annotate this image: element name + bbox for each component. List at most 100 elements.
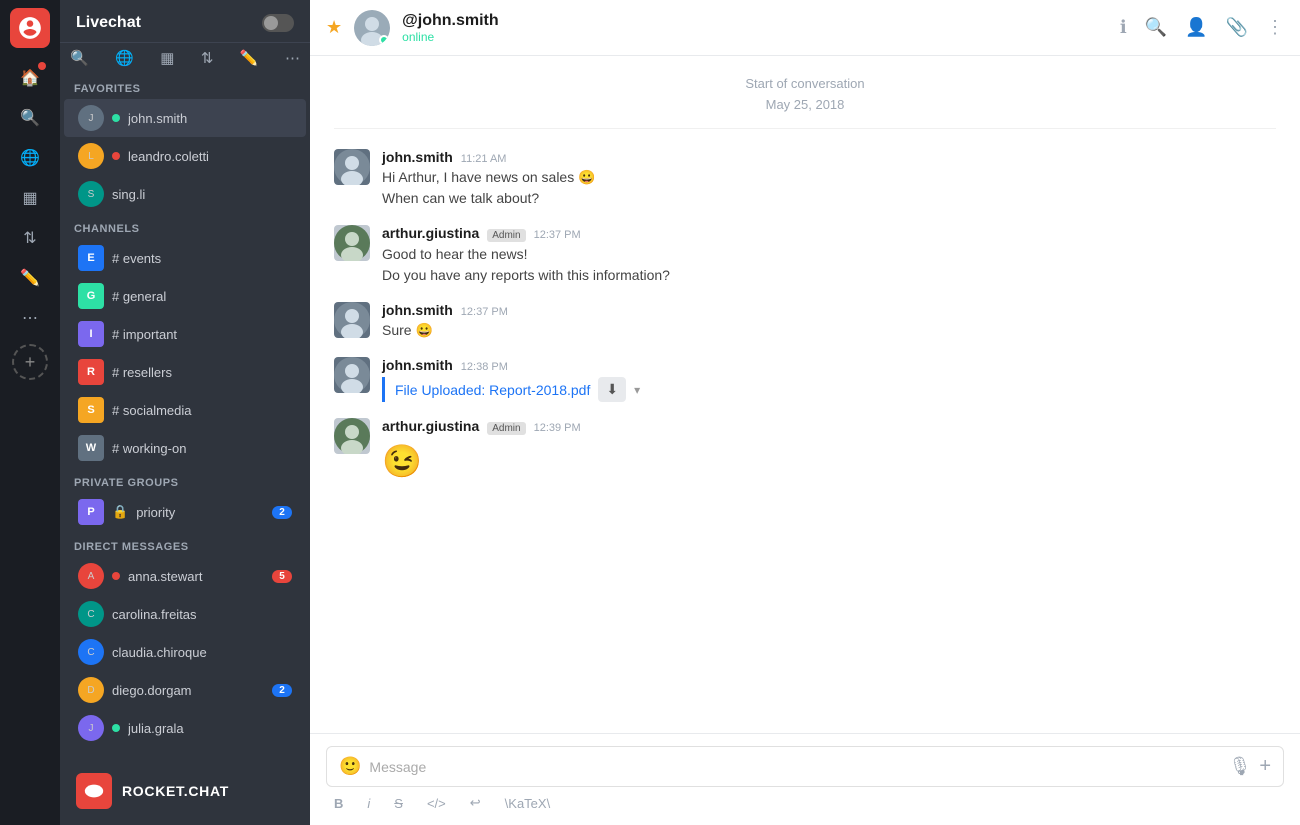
- sidebar-item-anna-stewart[interactable]: A anna.stewart 5: [64, 557, 306, 595]
- info-icon[interactable]: ℹ: [1120, 17, 1127, 38]
- format-katex-button[interactable]: \KaTeX\: [501, 794, 555, 813]
- msg-content-1: john.smith 11:21 AM Hi Arthur, I have ne…: [382, 149, 1276, 209]
- format-italic-button[interactable]: i: [363, 794, 374, 813]
- sidebar-search-icon[interactable]: 🔍: [70, 49, 89, 67]
- item-label-claudia-chiroque: claudia.chiroque: [112, 645, 292, 660]
- sidebar-more-icon[interactable]: ⋯: [285, 49, 300, 67]
- status-leandro-coletti: [112, 152, 120, 160]
- sidebar-title: Livechat: [76, 14, 141, 32]
- format-bold-button[interactable]: B: [330, 794, 347, 813]
- sidebar-item-events[interactable]: E # events: [64, 239, 306, 277]
- sidebar-item-sing-li[interactable]: S sing.li: [64, 175, 306, 213]
- file-download-button[interactable]: ⬇: [598, 377, 626, 402]
- format-multiline-button[interactable]: ↩: [466, 793, 485, 813]
- more-icon[interactable]: ⋯: [12, 300, 48, 336]
- sidebar-item-important[interactable]: I # important: [64, 315, 306, 353]
- sidebar-item-leandro-coletti[interactable]: L leandro.coletti: [64, 137, 306, 175]
- sidebar-item-resellers[interactable]: R # resellers: [64, 353, 306, 391]
- favorites-label: Favorites: [60, 73, 310, 99]
- message-input[interactable]: [369, 759, 1220, 775]
- status-julia-grala: [112, 724, 120, 732]
- item-label-diego-dorgam: diego.dorgam: [112, 683, 264, 698]
- item-label-julia-grala: julia.grala: [128, 721, 292, 736]
- sidebar-write-icon[interactable]: ✏️: [240, 49, 259, 67]
- msg-text-5: 😉: [382, 437, 1276, 485]
- avatar-anna-stewart: A: [78, 563, 104, 589]
- members-icon[interactable]: 👤: [1185, 17, 1207, 38]
- sidebar-header-icons: [262, 14, 294, 32]
- sidebar-item-working-on[interactable]: W # working-on: [64, 429, 306, 467]
- add-attachment-button[interactable]: +: [1259, 755, 1271, 778]
- sidebar-sort-icon[interactable]: ⇅: [201, 49, 214, 67]
- header-online-dot: [379, 35, 389, 45]
- format-code-button[interactable]: </>: [423, 794, 450, 813]
- sidebar-item-julia-grala[interactable]: J julia.grala: [64, 709, 306, 747]
- sidebar-item-general[interactable]: G # general: [64, 277, 306, 315]
- avatar-important: I: [78, 321, 104, 347]
- badge-priority: 2: [272, 506, 292, 519]
- msg-username-3: john.smith: [382, 302, 453, 318]
- msg-text-3: Sure 😀: [382, 320, 1276, 341]
- avatar-resellers: R: [78, 359, 104, 385]
- header-search-icon[interactable]: 🔍: [1145, 17, 1167, 38]
- msg-time-3: 12:37 PM: [461, 306, 508, 318]
- avatar-diego-dorgam: D: [78, 677, 104, 703]
- sidebar-item-john-smith[interactable]: J john.smith: [64, 99, 306, 137]
- sidebar-item-diego-dorgam[interactable]: D diego.dorgam 2: [64, 671, 306, 709]
- item-label-sing-li: sing.li: [112, 187, 292, 202]
- file-chevron-icon[interactable]: ▾: [634, 383, 640, 397]
- item-label-anna-stewart: anna.stewart: [128, 569, 264, 584]
- footer-brand-text: ROCKET.CHAT: [122, 783, 229, 799]
- sidebar-item-claudia-chiroque[interactable]: C claudia.chiroque: [64, 633, 306, 671]
- msg-header-5: arthur.giustina Admin 12:39 PM: [382, 418, 1276, 435]
- item-label-socialmedia: # socialmedia: [112, 403, 292, 418]
- sidebar-item-priority[interactable]: P 🔒 priority 2: [64, 493, 306, 531]
- msg-content-5: arthur.giustina Admin 12:39 PM 😉: [382, 418, 1276, 485]
- sidebar-footer: ROCKET.CHAT: [60, 757, 310, 825]
- status-john-smith: [112, 114, 120, 122]
- msg-header-3: john.smith 12:37 PM: [382, 302, 1276, 318]
- private-groups-label: Private Groups: [60, 467, 310, 493]
- star-button[interactable]: ★: [326, 17, 342, 38]
- layout-icon[interactable]: ▦: [12, 180, 48, 216]
- main-chat: ★ @john.smith online ℹ 🔍 👤 📎 ⋮ Start of …: [310, 0, 1300, 825]
- app-logo[interactable]: [10, 8, 50, 48]
- sidebar-item-socialmedia[interactable]: S # socialmedia: [64, 391, 306, 429]
- file-upload-link[interactable]: File Uploaded: Report-2018.pdf: [395, 382, 590, 398]
- sidebar-globe-icon[interactable]: 🌐: [115, 49, 134, 67]
- microphone-icon[interactable]: 🎙: [1228, 756, 1251, 777]
- globe-icon[interactable]: 🌐: [12, 140, 48, 176]
- direct-messages-label: Direct Messages: [60, 531, 310, 557]
- msg-avatar-5: [334, 418, 370, 454]
- msg-username-1: john.smith: [382, 149, 453, 165]
- edit-icon[interactable]: ✏️: [12, 260, 48, 296]
- conversation-start-text: Start of conversation: [334, 76, 1276, 91]
- format-strikethrough-button[interactable]: S: [390, 794, 407, 813]
- livechat-toggle[interactable]: [262, 14, 294, 32]
- avatar-general: G: [78, 283, 104, 309]
- item-label-general: # general: [112, 289, 292, 304]
- sidebar-layout-icon[interactable]: ▦: [160, 49, 174, 67]
- lock-icon: 🔒: [112, 504, 128, 520]
- file-upload-block: File Uploaded: Report-2018.pdf ⬇ ▾: [382, 377, 1276, 402]
- avatar-events: E: [78, 245, 104, 271]
- kebab-menu-icon[interactable]: ⋮: [1266, 17, 1284, 38]
- status-anna-stewart: [112, 572, 120, 580]
- messages-area: Start of conversation May 25, 2018 john.…: [310, 56, 1300, 733]
- add-workspace-button[interactable]: +: [12, 344, 48, 380]
- emoji-picker-button[interactable]: 🙂: [339, 756, 361, 777]
- item-label-leandro-coletti: leandro.coletti: [128, 149, 292, 164]
- msg-header-1: john.smith 11:21 AM: [382, 149, 1276, 165]
- search-icon[interactable]: 🔍: [12, 100, 48, 136]
- sidebar-tools: 🔍 🌐 ▦ ⇅ ✏️ ⋯: [60, 43, 310, 73]
- item-label-events: # events: [112, 251, 292, 266]
- attachment-icon[interactable]: 📎: [1226, 17, 1248, 38]
- sidebar-item-carolina-freitas[interactable]: C carolina.freitas: [64, 595, 306, 633]
- header-actions: ℹ 🔍 👤 📎 ⋮: [1120, 17, 1284, 38]
- msg-avatar-4: [334, 357, 370, 393]
- admin-badge-5: Admin: [487, 422, 525, 435]
- avatar-john-smith: J: [78, 105, 104, 131]
- sort-icon[interactable]: ⇅: [12, 220, 48, 256]
- msg-text-1: Hi Arthur, I have news on sales 😀When ca…: [382, 167, 1276, 209]
- msg-avatar-1: [334, 149, 370, 185]
